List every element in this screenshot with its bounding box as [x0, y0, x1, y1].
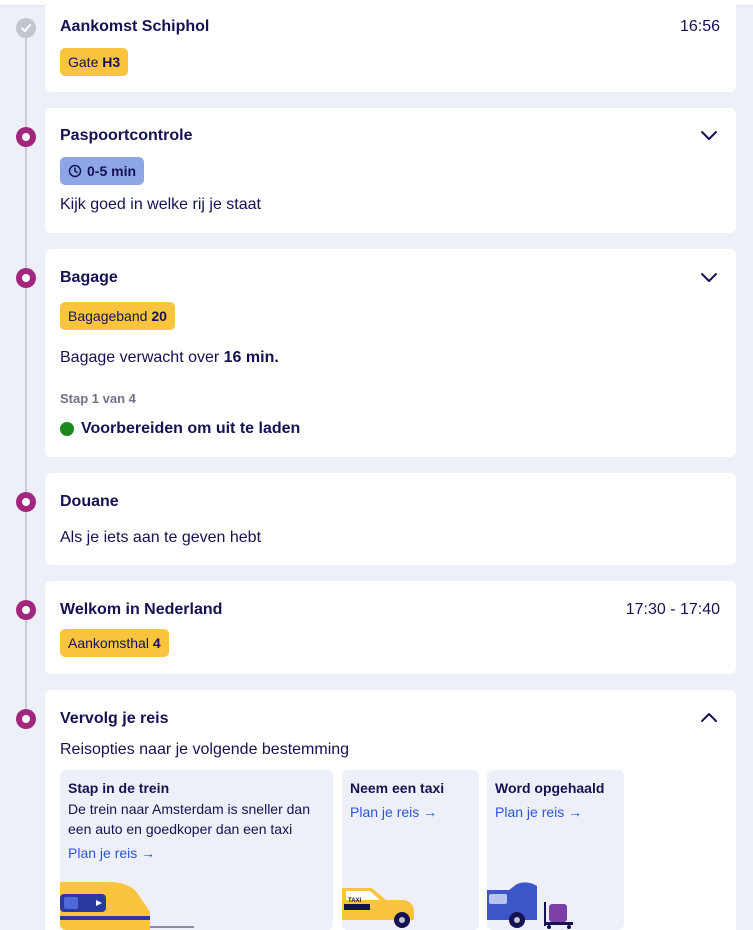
step-card-customs: Douane Als je iets aan te geven hebt — [45, 473, 736, 565]
step-marker-icon — [16, 600, 36, 620]
status-dot-icon — [60, 422, 74, 436]
car-illustration — [487, 882, 573, 929]
step-marker-icon — [16, 492, 36, 512]
step-title: Vervolg je reis — [60, 710, 169, 727]
taxi-illustration: TAXI — [342, 888, 414, 928]
step-title: Douane — [60, 493, 119, 510]
step-time: 17:30 - 17:40 — [625, 601, 720, 618]
step-title: Welkom in Nederland — [60, 601, 223, 618]
plan-trip-link[interactable]: Plan je reis → — [68, 845, 155, 861]
step-marker-icon — [16, 127, 36, 147]
plan-trip-link[interactable]: Plan je reis → — [350, 804, 437, 820]
step-progress-label: Stap 1 van 4 — [60, 391, 136, 406]
chevron-down-icon[interactable] — [700, 129, 718, 141]
step-card-baggage[interactable]: Bagage Bagageband 20 Bagage verwacht ove… — [45, 249, 736, 457]
baggage-expected-text: Bagage verwacht over 16 min. — [60, 349, 279, 366]
clock-icon — [68, 164, 82, 178]
step-marker-icon — [16, 709, 36, 729]
svg-text:TAXI: TAXI — [348, 898, 362, 904]
step-title: Paspoortcontrole — [60, 127, 193, 144]
option-title: Neem een taxi — [350, 780, 445, 796]
step-done-check-icon — [16, 18, 36, 38]
step-text: Kijk goed in welke rij je staat — [60, 196, 261, 213]
step-card-welcome: Welkom in Nederland 17:30 - 17:40 Aankom… — [45, 581, 736, 674]
train-illustration — [60, 882, 194, 930]
step-card-continue[interactable]: Vervolg je reis Reisopties naar je volge… — [45, 690, 736, 930]
step-text: Reisopties naar je volgende bestemming — [60, 741, 350, 758]
option-description: De trein naar Amsterdam is sneller dan e… — [68, 801, 310, 837]
step-text: Als je iets aan te geven hebt — [60, 529, 262, 546]
baggage-status: Voorbereiden om uit te laden — [60, 420, 300, 438]
baggage-belt-badge: Bagageband 20 — [60, 302, 175, 330]
option-taxi[interactable]: Neem een taxi Plan je reis → TAXI — [342, 770, 479, 930]
step-title: Bagage — [60, 269, 118, 286]
chevron-down-icon[interactable] — [700, 271, 718, 283]
chevron-up-icon[interactable] — [700, 712, 718, 724]
option-pickup[interactable]: Word opgehaald Plan je reis → — [487, 770, 624, 930]
option-title: Word opgehaald — [495, 780, 605, 796]
gate-badge: Gate H3 — [60, 48, 129, 76]
step-card-passport[interactable]: Paspoortcontrole 0-5 min Kijk goed in we… — [45, 108, 736, 233]
plan-trip-link[interactable]: Plan je reis → — [495, 804, 582, 820]
step-card-arrival: Aankomst Schiphol 16:56 Gate H3 — [45, 0, 736, 92]
step-title: Aankomst Schiphol — [60, 18, 210, 35]
step-time: 16:56 — [679, 18, 720, 35]
wait-time-badge: 0-5 min — [60, 157, 145, 185]
option-title: Stap in de trein — [68, 780, 170, 796]
arrival-hall-badge: Aankomsthal 4 — [60, 629, 169, 657]
option-train[interactable]: Stap in de trein De trein naar Amsterdam… — [60, 770, 333, 930]
step-marker-icon — [16, 268, 36, 288]
